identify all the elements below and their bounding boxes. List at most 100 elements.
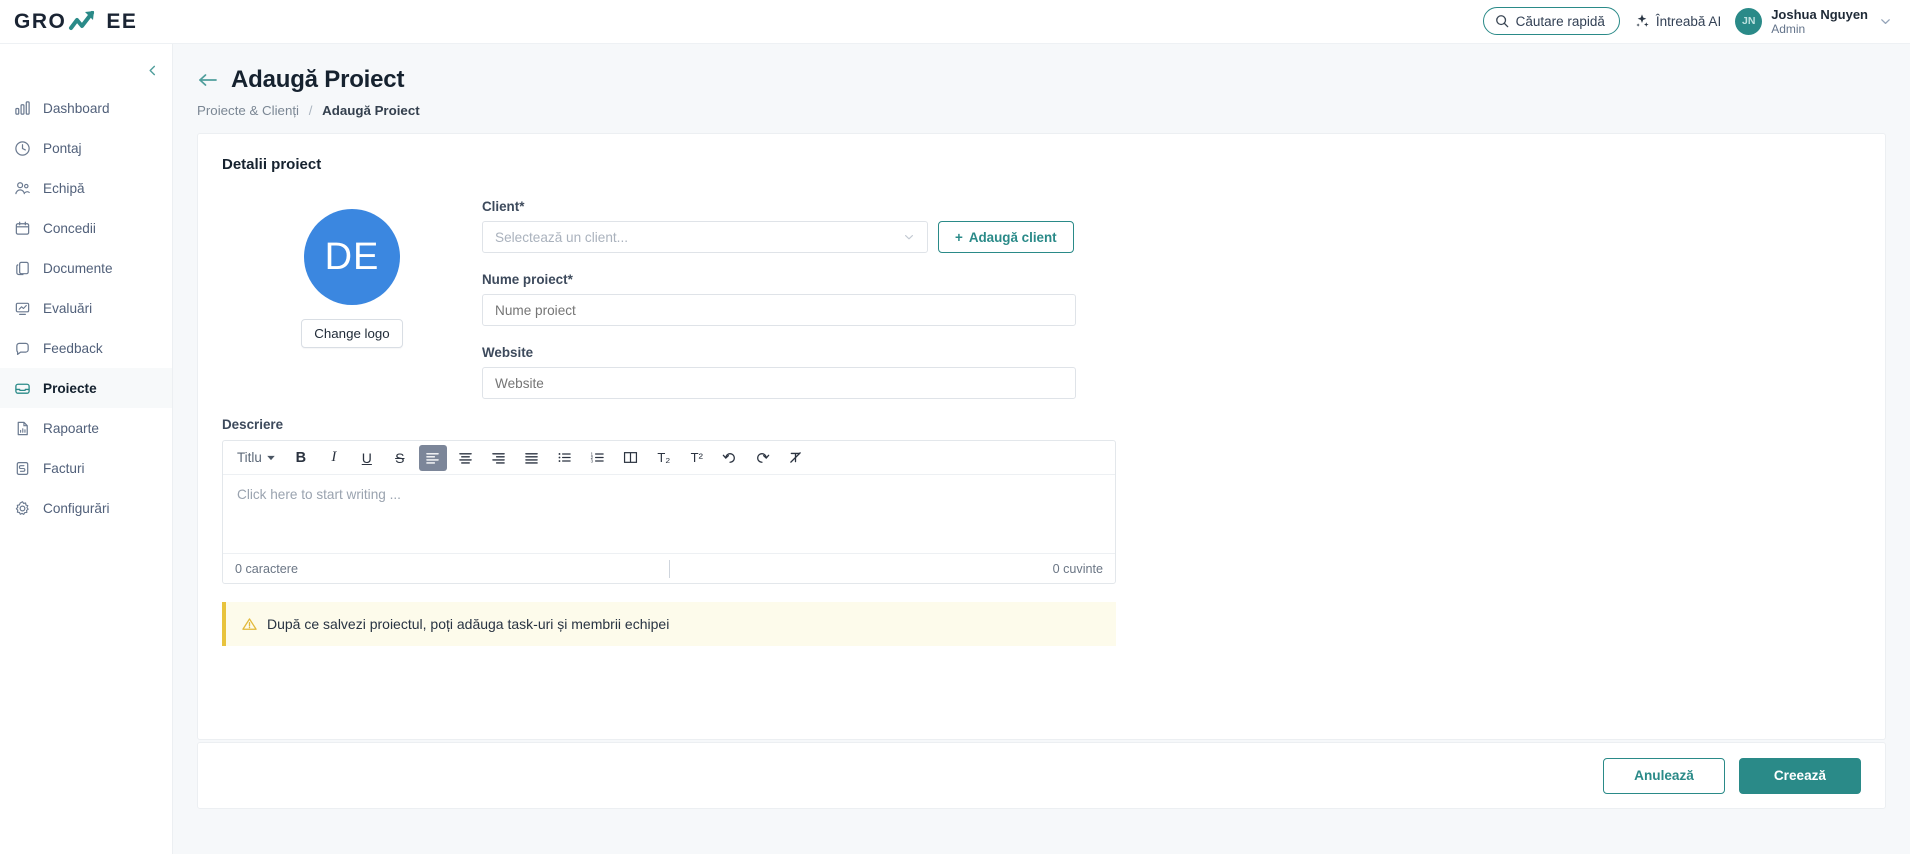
users-icon [14, 180, 31, 197]
info-notice: După ce salvezi proiectul, poți adăuga t… [222, 602, 1116, 646]
italic-glyph: I [331, 449, 337, 465]
sidebar-item-configurari[interactable]: Configurări [0, 488, 172, 528]
sidebar-item-label: Facturi [43, 460, 85, 476]
undo-button[interactable] [716, 445, 744, 471]
status-divider [669, 560, 670, 578]
documents-icon [14, 260, 31, 277]
italic-button[interactable]: I [320, 445, 348, 471]
form-action-bar: Anulează Creează [197, 742, 1886, 809]
user-menu[interactable]: JN Joshua Nguyen Admin [1735, 7, 1892, 36]
quick-search-label: Căutare rapidă [1515, 13, 1605, 29]
user-name: Joshua Nguyen [1771, 6, 1868, 22]
sidebar-item-documente[interactable]: Documente [0, 248, 172, 288]
align-center-icon [458, 451, 473, 464]
heading-style-label: Titlu [237, 450, 262, 465]
calendar-icon [14, 220, 31, 237]
word-count: 0 cuvinte [1052, 561, 1103, 576]
back-arrow-icon[interactable] [197, 71, 219, 89]
align-right-button[interactable] [485, 445, 513, 471]
numbered-list-button[interactable]: 123 [584, 445, 612, 471]
columns-icon [623, 451, 638, 464]
add-client-button[interactable]: + Adaugă client [938, 221, 1074, 253]
subscript-glyph: T₂ [657, 450, 671, 465]
sidebar-item-label: Concedii [43, 220, 96, 236]
sidebar-item-label: Configurări [43, 500, 110, 516]
clear-formatting-button[interactable] [782, 445, 810, 471]
sidebar-item-rapoarte[interactable]: Rapoarte [0, 408, 172, 448]
bar-chart-icon [14, 100, 31, 117]
redo-button[interactable] [749, 445, 777, 471]
sidebar-item-label: Feedback [43, 340, 103, 356]
bold-button[interactable]: B [287, 445, 315, 471]
numbered-list-icon: 123 [590, 451, 605, 464]
project-name-label: Nume proiect* [482, 272, 573, 287]
align-right-icon [491, 451, 506, 464]
client-select[interactable]: Selectează un client... [482, 221, 928, 253]
top-bar-right: Căutare rapidă Întreabă AI JN Joshua Ngu… [1482, 7, 1892, 36]
presentation-chart-icon [14, 300, 31, 317]
invoice-icon [14, 460, 31, 477]
underline-button[interactable]: U [353, 445, 381, 471]
sidebar-item-feedback[interactable]: Feedback [0, 328, 172, 368]
align-justify-icon [524, 451, 539, 464]
breadcrumb: Proiecte & Clienți / Adaugă Proiect [197, 103, 1886, 118]
sidebar-item-proiecte[interactable]: Proiecte [0, 368, 172, 408]
sidebar-item-echipa[interactable]: Echipă [0, 168, 172, 208]
bullet-list-icon [557, 451, 572, 464]
breadcrumb-current: Adaugă Proiect [322, 103, 420, 118]
sidebar-item-evaluari[interactable]: Evaluări [0, 288, 172, 328]
columns-button[interactable] [617, 445, 645, 471]
logo-text-left: GRO [14, 9, 67, 33]
sidebar-item-label: Echipă [43, 180, 85, 196]
description-label: Descriere [222, 417, 284, 432]
gear-icon [14, 500, 31, 517]
breadcrumb-parent[interactable]: Proiecte & Clienți [197, 103, 299, 118]
logo-column: DE Change logo [222, 199, 482, 399]
ask-ai-button[interactable]: Întreabă AI [1634, 13, 1721, 29]
chevron-down-icon [266, 453, 276, 463]
strikethrough-glyph: S [395, 449, 405, 466]
sidebar-item-concedii[interactable]: Concedii [0, 208, 172, 248]
add-client-label: Adaugă client [968, 229, 1057, 245]
clear-formatting-icon [788, 451, 803, 464]
sidebar-item-facturi[interactable]: Facturi [0, 448, 172, 488]
sidebar-item-pontaj[interactable]: Pontaj [0, 128, 172, 168]
sidebar-item-label: Pontaj [43, 140, 82, 156]
description-section: Descriere Titlu B I U S 1 2 3 T₂ T² Clic… [222, 417, 1116, 584]
strikethrough-button[interactable]: S [386, 445, 414, 471]
website-label: Website [482, 345, 534, 360]
user-role: Admin [1771, 22, 1806, 37]
client-select-placeholder: Selectează un client... [495, 229, 628, 245]
form-top-row: DE Change logo Client* Selectează un cli… [222, 199, 1861, 399]
sidebar: Dashboard Pontaj Echipă Concedii Documen… [0, 44, 173, 854]
align-left-button[interactable] [418, 444, 447, 471]
project-logo: DE [304, 209, 400, 305]
inbox-icon [14, 380, 31, 397]
superscript-button[interactable]: T² [683, 445, 711, 471]
warning-triangle-icon [242, 617, 257, 631]
sidebar-item-dashboard[interactable]: Dashboard [0, 88, 172, 128]
growth-arrow-icon [68, 9, 104, 35]
client-row: Selectează un client... + Adaugă client [482, 221, 1076, 253]
website-input[interactable] [482, 367, 1076, 399]
description-textarea[interactable]: Click here to start writing ... [223, 475, 1115, 553]
align-justify-button[interactable] [518, 445, 546, 471]
subscript-button[interactable]: T₂ [650, 445, 678, 471]
sidebar-collapse-button[interactable] [142, 60, 162, 80]
project-name-input[interactable] [482, 294, 1076, 326]
sidebar-item-label: Dashboard [43, 100, 110, 116]
file-chart-icon [14, 420, 31, 437]
client-label: Client* [482, 199, 525, 214]
bullet-list-button[interactable] [551, 445, 579, 471]
sidebar-item-label: Evaluări [43, 300, 93, 316]
create-button[interactable]: Creează [1738, 757, 1861, 794]
quick-search-button[interactable]: Căutare rapidă [1482, 7, 1620, 36]
align-center-button[interactable] [452, 445, 480, 471]
page-header: Adaugă Proiect [197, 66, 1886, 94]
app-logo[interactable]: GRO EE [14, 9, 137, 35]
chevron-down-icon[interactable] [1879, 15, 1892, 28]
cancel-button[interactable]: Anulează [1603, 757, 1725, 794]
change-logo-button[interactable]: Change logo [301, 319, 403, 348]
heading-style-dropdown[interactable]: Titlu [231, 445, 282, 471]
underline-glyph: U [361, 449, 372, 466]
